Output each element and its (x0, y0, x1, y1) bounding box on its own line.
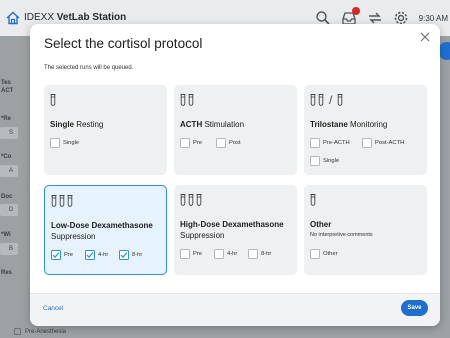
protocol-card-high-dose-dexamethasone[interactable]: High-Dose Dexamethasone Suppression Pre 4… (174, 185, 297, 275)
home-icon[interactable] (6, 11, 20, 25)
checkbox-checked[interactable] (85, 250, 95, 260)
clock: 9:30 AM (418, 13, 448, 23)
sample-tubes-icon (180, 194, 202, 206)
save-button[interactable]: Save (401, 300, 428, 316)
protocol-card-single-resting[interactable]: Single Resting Single (44, 85, 167, 175)
bg-label: ACT (1, 88, 14, 94)
option-pre[interactable]: Pre (180, 138, 202, 148)
bg-field-value: B (9, 246, 14, 252)
checkbox[interactable] (216, 138, 226, 148)
check-icon (52, 252, 60, 259)
option-other[interactable]: Other (310, 249, 338, 259)
app-name: VetLab Station (56, 12, 127, 23)
option-8hr[interactable]: 8-hr (248, 249, 271, 259)
bg-label: *Re (1, 116, 12, 122)
bg-field-value: A (9, 168, 14, 174)
checkbox[interactable] (310, 156, 320, 166)
background-checkbox-row: Pre-Anesthesia (14, 328, 66, 335)
bg-label: *Co (1, 154, 12, 160)
dialog-subtitle: The selected runs will be queued. (44, 65, 134, 71)
checkbox[interactable] (310, 138, 320, 148)
checkbox[interactable] (180, 138, 190, 148)
bg-label: Doc (1, 194, 13, 200)
bg-checkbox-label: Pre-Anesthesia (25, 328, 67, 335)
option-4hr[interactable]: 4-hr (85, 250, 108, 260)
bg-checkbox (14, 328, 21, 335)
protocol-card-low-dose-dexamethasone[interactable]: Low-Dose Dexamethasone Suppression Pre 4-… (44, 185, 167, 275)
sample-tubes-icon: / (310, 94, 343, 106)
option-single[interactable]: Single (310, 156, 339, 166)
bg-label: Res (1, 270, 13, 276)
bg-field-value: D (9, 207, 14, 213)
bg-label: Tes (1, 80, 11, 86)
protocol-note: No interpretive comments (310, 232, 373, 238)
option-pre[interactable]: Pre (180, 249, 202, 259)
checkbox[interactable] (50, 138, 60, 148)
bg-field-value: S (9, 130, 14, 136)
option-pre-acth[interactable]: Pre-ACTH (310, 138, 350, 148)
notification-badge (351, 7, 360, 15)
app-title: IDEXX VetLab Station (24, 12, 126, 23)
dialog-footer: Cancel Save (30, 293, 440, 326)
bg-label: *Wi (1, 232, 11, 238)
checkbox[interactable] (180, 249, 190, 259)
sample-tubes-icon (310, 194, 316, 206)
brand-name: IDEXX (24, 12, 55, 23)
protocol-name: Other (310, 220, 332, 229)
cancel-button[interactable]: Cancel (43, 305, 63, 312)
checkbox[interactable] (248, 249, 258, 259)
dialog-title: Select the cortisol protocol (44, 36, 203, 51)
option-post[interactable]: Post (216, 138, 241, 148)
check-icon (86, 252, 94, 259)
protocol-name: Single Resting (50, 120, 104, 129)
protocol-name: High-Dose Dexamethasone Suppression (180, 220, 284, 240)
sample-tubes-icon (51, 195, 73, 207)
background-form: Tes ACT *Re S *Co A Doc D *Wi B Res (0, 36, 30, 338)
option-pre[interactable]: Pre (51, 250, 73, 260)
protocol-card-other[interactable]: Other No interpretive comments Other (304, 185, 427, 275)
cortisol-protocol-dialog: Select the cortisol protocol The selecte… (30, 24, 440, 326)
option-post-acth[interactable]: Post-ACTH (362, 138, 404, 148)
checkbox-checked[interactable] (119, 250, 129, 260)
sample-tubes-icon (180, 94, 194, 106)
sample-tubes-icon (50, 94, 56, 106)
protocol-name: Low-Dose Dexamethasone Suppression (51, 221, 153, 241)
protocol-card-acth-stimulation[interactable]: ACTH Stimulation Pre Post (174, 85, 297, 175)
protocol-card-trilostane-monitoring[interactable]: / Trilostane Monitoring Pre-ACTH Post-AC… (304, 85, 427, 175)
check-icon (120, 252, 128, 259)
option-8hr[interactable]: 8-hr (119, 250, 142, 260)
option-single[interactable]: Single (50, 138, 79, 148)
option-4hr[interactable]: 4-hr (214, 249, 237, 259)
protocol-name: ACTH Stimulation (180, 120, 245, 129)
checkbox-checked[interactable] (51, 250, 61, 260)
checkbox[interactable] (214, 249, 224, 259)
checkbox[interactable] (362, 138, 372, 148)
protocol-name: Trilostane Monitoring (310, 120, 388, 129)
checkbox[interactable] (310, 249, 320, 259)
close-icon[interactable] (420, 32, 430, 42)
